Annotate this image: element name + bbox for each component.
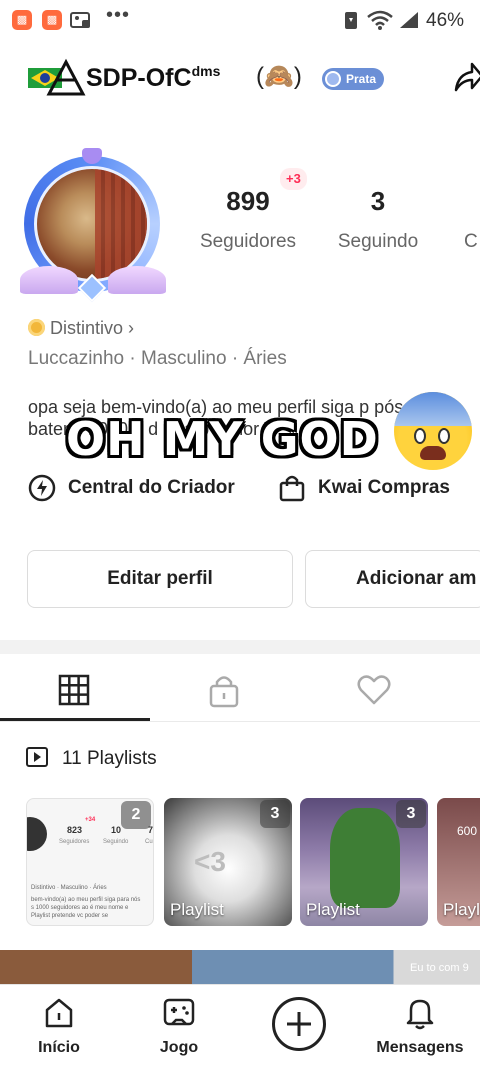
mini-bio: s 1000 seguidores ao é meu nome e — [31, 905, 129, 911]
playlist-card[interactable]: 600 Playl — [437, 798, 480, 926]
playlist-card[interactable]: <3 3 Playlist — [164, 798, 292, 926]
playlist-count: 600 — [457, 824, 478, 838]
bolt-icon — [28, 474, 56, 502]
mini-label: Seguindo — [103, 839, 129, 845]
share-icon[interactable] — [452, 60, 480, 96]
playlist-count: 3 — [260, 800, 290, 828]
thumbnail-caption: Eu to com 9 — [410, 962, 469, 974]
section-divider — [0, 640, 480, 654]
heart-icon[interactable] — [356, 672, 392, 708]
likes-label-partial[interactable]: C — [464, 231, 480, 253]
playlist-icon — [26, 747, 48, 767]
gallery-icon — [70, 12, 90, 28]
signal-icon — [400, 12, 418, 28]
recycle-icon — [345, 12, 357, 29]
distintivo-link[interactable]: Distintivo › — [28, 318, 134, 339]
playlist-card[interactable]: 823 +34 10 7 Seguidores Seguindo Cu Dist… — [26, 798, 154, 926]
following-count[interactable]: 3 — [338, 186, 418, 217]
nav-home[interactable]: Início — [20, 996, 98, 1057]
rank-badge[interactable]: Prata — [322, 68, 385, 90]
creator-center-link[interactable]: Central do Criador — [28, 474, 248, 502]
lock-icon[interactable] — [206, 672, 242, 708]
mini-followers: 823 — [67, 825, 83, 835]
profile-name: SDP-OfCdms — [86, 63, 221, 92]
nav-messages[interactable]: Mensagens — [372, 996, 468, 1057]
add-friends-button[interactable]: Adicionar am — [305, 550, 480, 608]
more-notifications-icon: ••• — [106, 4, 131, 26]
kwai-shop-link[interactable]: Kwai Compras — [278, 474, 478, 502]
shopping-bag-icon — [279, 475, 305, 502]
grid-icon[interactable] — [56, 672, 92, 708]
mini-label: Cu — [145, 839, 153, 845]
app-notification-icon: ▩ — [12, 10, 32, 30]
app-notification-icon: ▩ — [42, 10, 62, 30]
followers-count[interactable]: 899 — [208, 186, 288, 217]
playlist-card[interactable]: 3 Playlist — [300, 798, 428, 926]
mini-meta: Distintivo · Masculino · Áries — [31, 885, 107, 891]
playlist-label: Playlist — [170, 900, 224, 919]
home-icon — [45, 998, 73, 1028]
nav-game[interactable]: Jogo — [140, 996, 218, 1057]
avatar-wing-right — [108, 266, 166, 294]
playlist-label: Playlist — [306, 900, 360, 919]
tab-divider — [0, 721, 480, 722]
playlist-count: 3 — [396, 800, 426, 828]
see-no-evil-monkey-icon: (🙈) — [256, 63, 302, 90]
fearful-face-emoji-icon — [394, 392, 472, 470]
new-followers-badge: +3 — [280, 168, 307, 190]
followers-label[interactable]: Seguidores — [188, 231, 308, 253]
badge-hex-icon — [28, 319, 45, 336]
triangle-logo-icon — [46, 58, 86, 96]
chevron-right-icon: › — [128, 318, 135, 338]
mini-bio: Playlist pretende vc poder se — [31, 913, 109, 919]
video-thumbnails[interactable] — [0, 950, 480, 986]
playlist-art-text: <3 — [194, 846, 226, 877]
wifi-icon — [367, 10, 393, 30]
profile-meta: Luccazinho · Masculino · Áries — [28, 348, 287, 369]
profile-avatar[interactable] — [20, 148, 170, 303]
mini-plus: +34 — [85, 817, 96, 823]
badge-icon — [325, 71, 341, 87]
playlist-thumbnail-figure — [330, 808, 400, 908]
following-label[interactable]: Seguindo — [318, 231, 438, 253]
mini-bio: bem-vindo(a) ao meu perfil siga para nós — [31, 897, 141, 903]
playlist-count: 2 — [121, 801, 151, 829]
avatar-wing-left — [20, 266, 78, 294]
gamepad-icon — [163, 998, 195, 1026]
edit-profile-button[interactable]: Editar perfil — [27, 550, 293, 608]
battery-level: 46% — [426, 10, 465, 31]
create-plus-button[interactable] — [272, 997, 326, 1051]
overlay-caption: OH MY GOD — [66, 412, 379, 466]
mini-label: Seguidores — [59, 839, 90, 845]
status-bar: ▩ ▩ ••• 46% — [0, 0, 480, 40]
playlist-label: Playl — [443, 900, 480, 919]
bell-icon — [406, 999, 434, 1030]
playlists-heading[interactable]: 11 Playlists — [26, 747, 157, 770]
avatar-image — [34, 166, 150, 282]
mini-following: 10 — [111, 825, 122, 835]
